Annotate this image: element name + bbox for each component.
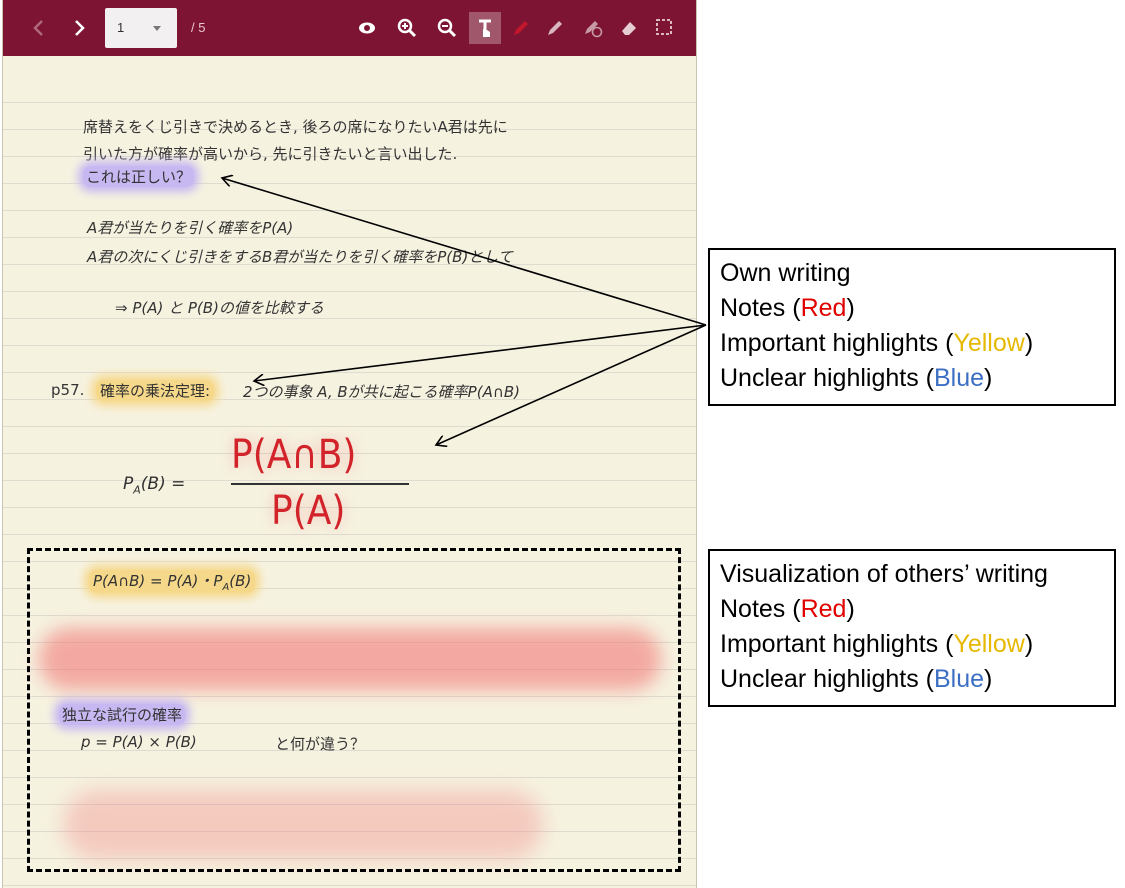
own-writing-legend: Own writing Notes (Red) Important highli…	[708, 248, 1116, 406]
note-line-1: 席替えをくじ引きで決めるとき, 後ろの席になりたいA君は先に	[83, 118, 508, 136]
zoom-in-button[interactable]	[391, 12, 423, 44]
chevron-right-icon	[75, 20, 85, 36]
own-legend-important: Important highlights (Yellow)	[720, 329, 1034, 357]
pa-definition: A君が当たりを引く確率をP(A)	[87, 219, 294, 237]
selection-icon	[656, 19, 672, 35]
theorem-description: 2つの事象 A, Bが共に起こる確率P(A∩B)	[243, 383, 520, 401]
page-reference: p57.	[51, 381, 85, 399]
theorem-name-yellow-highlight: 確率の乗法定理:	[96, 380, 215, 401]
prev-page-button[interactable]	[23, 12, 55, 44]
highlighter-icon	[548, 21, 562, 35]
zoom-out-button[interactable]	[431, 12, 463, 44]
page-current: 1	[117, 20, 125, 35]
handwritten-numerator: P(A∩B)	[231, 432, 357, 478]
pen-icon	[514, 21, 528, 35]
formula-lhs: PA(B) =	[123, 474, 186, 497]
own-legend-unclear: Unclear highlights (Blue)	[720, 364, 993, 392]
view-button[interactable]	[351, 12, 383, 44]
others-legend-title: Visualization of others’ writing	[720, 560, 1048, 588]
highlighter-button[interactable]	[539, 12, 571, 44]
zoom-out-icon	[437, 18, 457, 38]
handwritten-denominator: P(A)	[271, 488, 346, 534]
compare-line: ⇒ P(A) と P(B)の値を比較する	[115, 299, 324, 317]
viewer-toolbar: 1 / 5	[3, 0, 696, 56]
question-highlighter-icon	[585, 21, 603, 38]
others-legend-important: Important highlights (Yellow)	[720, 630, 1034, 658]
page-number-select[interactable]: 1	[105, 8, 177, 48]
eraser-button[interactable]	[613, 12, 645, 44]
fraction-bar	[231, 483, 409, 485]
chevron-down-icon	[153, 26, 161, 31]
text-cursor-icon	[479, 19, 491, 37]
selection-button[interactable]	[649, 12, 681, 44]
others-legend-notes: Notes (Red)	[720, 595, 855, 623]
own-legend-title: Own writing	[720, 259, 851, 287]
own-legend-notes: Notes (Red)	[720, 294, 855, 322]
pen-button[interactable]	[505, 12, 537, 44]
page-total: / 5	[191, 20, 206, 35]
unclear-highlighter-button[interactable]	[577, 12, 609, 44]
chevron-left-icon	[33, 20, 43, 36]
pb-definition: A君の次にくじ引きをするB君が当たりを引く確率をP(B)として	[87, 248, 513, 266]
others-writing-legend: Visualization of others’ writing Notes (…	[708, 549, 1116, 707]
question-text-blue-highlight: これは正しい？	[83, 166, 195, 187]
eye-icon	[359, 22, 375, 34]
zoom-in-icon	[397, 18, 417, 38]
eraser-icon	[622, 22, 636, 35]
note-line-2: 引いた方が確率が高いから, 先に引きたいと言い出した.	[83, 145, 458, 163]
others-writing-region	[27, 548, 681, 872]
text-select-button[interactable]	[469, 12, 501, 44]
others-legend-unclear: Unclear highlights (Blue)	[720, 665, 993, 693]
next-page-button[interactable]	[63, 12, 95, 44]
